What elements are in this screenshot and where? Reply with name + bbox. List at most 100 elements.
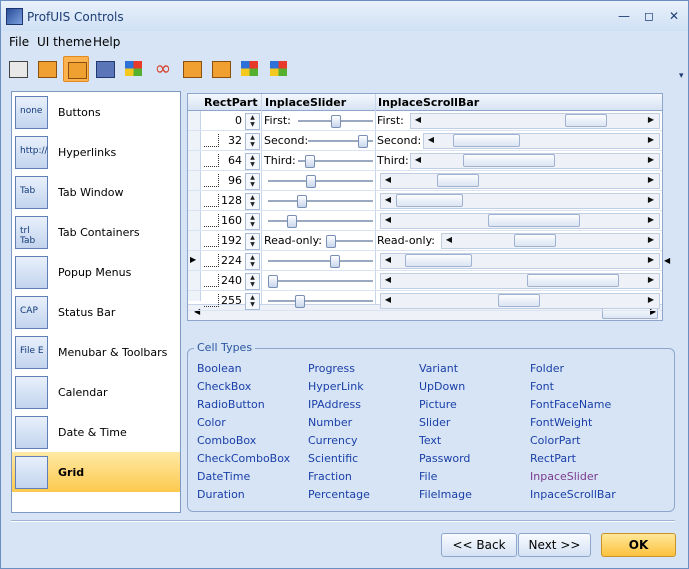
slider-thumb[interactable] [330,255,340,268]
theme-button-1[interactable] [5,56,31,82]
column-header-inplaceslider[interactable]: InplaceSlider [265,96,346,109]
nav-item-tab-window[interactable]: Tab Tab Window [12,172,180,212]
cell-type-link[interactable]: Progress [308,362,355,375]
scroll-left-icon[interactable]: ◀ [424,133,438,147]
cell-type-link[interactable]: File [419,470,437,483]
scroll-right-icon[interactable]: ▶ [644,233,658,247]
scroll-right-icon[interactable]: ▶ [644,153,658,167]
slider-thumb[interactable] [306,175,316,188]
scrollbar-thumb[interactable] [514,234,556,247]
rectpart-spinner[interactable]: ▲ ▼ [245,113,260,130]
cell-type-link[interactable]: RadioButton [197,398,265,411]
cell-type-link[interactable]: Boolean [197,362,242,375]
cell-type-link[interactable]: HyperLink [308,380,364,393]
rectpart-cell[interactable]: 255 [200,291,244,310]
cell-type-link[interactable]: Fraction [308,470,352,483]
next-button[interactable]: Next >> [518,533,591,557]
rectpart-spinner[interactable]: ▲ ▼ [245,153,260,170]
rectpart-spinner[interactable]: ▲ ▼ [245,253,260,270]
theme-button-10[interactable] [266,56,292,82]
cell-type-link[interactable]: Duration [197,488,245,501]
slider-thumb[interactable] [331,115,341,128]
scrollbar-thumb[interactable] [453,134,520,147]
cell-type-link[interactable]: Percentage [308,488,370,501]
cell-type-link[interactable]: CheckComboBox [197,452,290,465]
slider-track[interactable] [268,280,373,282]
cell-type-link[interactable]: ColorPart [530,434,580,447]
nav-item-menubar-toolbars[interactable]: File E Menubar & Toolbars [12,332,180,372]
back-button[interactable]: << Back [441,533,517,557]
scroll-right-icon[interactable]: ▶ [644,193,658,207]
cell-type-link[interactable]: Picture [419,398,457,411]
nav-item-popup-menus[interactable]: Popup Menus [12,252,180,292]
cell-type-link[interactable]: FontWeight [530,416,592,429]
theme-button-4[interactable] [92,56,118,82]
minimize-button[interactable]: — [613,6,635,26]
slider-thumb[interactable] [358,135,368,148]
title-bar[interactable]: ProfUIS Controls — ◻ ✕ [1,1,688,31]
cell-type-link[interactable]: IPAddress [308,398,361,411]
grid-row[interactable]: 240 ▲ ▼ ◀ ▶ [188,271,662,291]
cell-type-link[interactable]: UpDown [419,380,465,393]
grid-row[interactable]: 32 ▲ ▼ Second: Second: ◀ ▶ [188,131,662,151]
scrollbar-thumb[interactable] [527,274,619,287]
grid-row[interactable]: 192 ▲ ▼ Read-only: Read-only: ◀ ▶ [188,231,662,251]
rectpart-spinner[interactable]: ▲ ▼ [245,133,260,150]
rectpart-cell[interactable]: 64 [200,151,244,170]
scroll-left-icon[interactable]: ◀ [411,113,425,127]
maximize-button[interactable]: ◻ [638,6,660,26]
cell-type-link[interactable]: Number [308,416,352,429]
cell-type-link[interactable]: Slider [419,416,450,429]
scroll-left-icon[interactable]: ◀ [381,293,395,307]
cell-type-link[interactable]: ComboBox [197,434,256,447]
cell-type-link[interactable]: Color [197,416,226,429]
slider-thumb[interactable] [305,155,315,168]
theme-button-3[interactable] [63,56,89,82]
menu-help[interactable]: Help [93,35,120,49]
slider-track[interactable] [268,200,373,202]
cell-type-link[interactable]: Text [419,434,441,447]
slider-thumb[interactable] [268,275,278,288]
theme-button-9[interactable] [237,56,263,82]
slider-track[interactable] [268,260,373,262]
rectpart-spinner[interactable]: ▲ ▼ [245,173,260,190]
menu-ui-theme[interactable]: UI theme [37,35,92,49]
cell-type-link[interactable]: FontFaceName [530,398,611,411]
grid-row[interactable]: 0 ▲ ▼ First: First: ◀ ▶ [188,111,662,131]
cell-type-link[interactable]: FileImage [419,488,472,501]
column-header-inplacescrollbar[interactable]: InplaceScrollBar [378,96,479,109]
scrollbar-track[interactable] [380,173,660,189]
scroll-left-icon[interactable]: ◀ [381,193,395,207]
rectpart-spinner[interactable]: ▲ ▼ [245,193,260,210]
theme-button-8[interactable] [208,56,234,82]
cell-type-link[interactable]: RectPart [530,452,576,465]
scroll-left-icon[interactable]: ◀ [411,153,425,167]
grid-row[interactable]: 128 ▲ ▼ ◀ ▶ [188,191,662,211]
slider-thumb[interactable] [295,295,305,308]
rectpart-cell[interactable]: 240 [200,271,244,290]
slider-track[interactable] [268,180,373,182]
cell-type-link[interactable]: InpaceSlider [530,470,598,483]
cell-type-link[interactable]: Scientific [308,452,358,465]
scroll-left-icon[interactable]: ◀ [381,173,395,187]
rectpart-spinner[interactable]: ▲ ▼ [245,213,260,230]
scroll-right-icon[interactable]: ▶ [644,293,658,307]
scrollbar-thumb[interactable] [437,174,479,187]
scroll-right-icon[interactable]: ▶ [644,173,658,187]
scroll-right-icon[interactable]: ▶ [644,133,658,147]
scrollbar-thumb[interactable] [405,254,472,267]
grid-row[interactable]: 96 ▲ ▼ ◀ ▶ [188,171,662,191]
rectpart-cell[interactable]: 224 [200,251,244,270]
nav-item-calendar[interactable]: Calendar [12,372,180,412]
cell-type-link[interactable]: Variant [419,362,458,375]
rectpart-cell[interactable]: 0 [200,111,244,130]
scroll-right-icon[interactable]: ▶ [644,253,658,267]
scrollbar-thumb[interactable] [565,114,607,127]
cell-type-link[interactable]: InpaceScrollBar [530,488,616,501]
grid-row[interactable]: 160 ▲ ▼ ◀ ▶ [188,211,662,231]
slider-thumb[interactable] [297,195,307,208]
scrollbar-thumb[interactable] [463,154,555,167]
scroll-right-icon[interactable]: ▶ [644,113,658,127]
scrollbar-thumb[interactable] [396,194,463,207]
rectpart-spinner[interactable]: ▲ ▼ [245,273,260,290]
